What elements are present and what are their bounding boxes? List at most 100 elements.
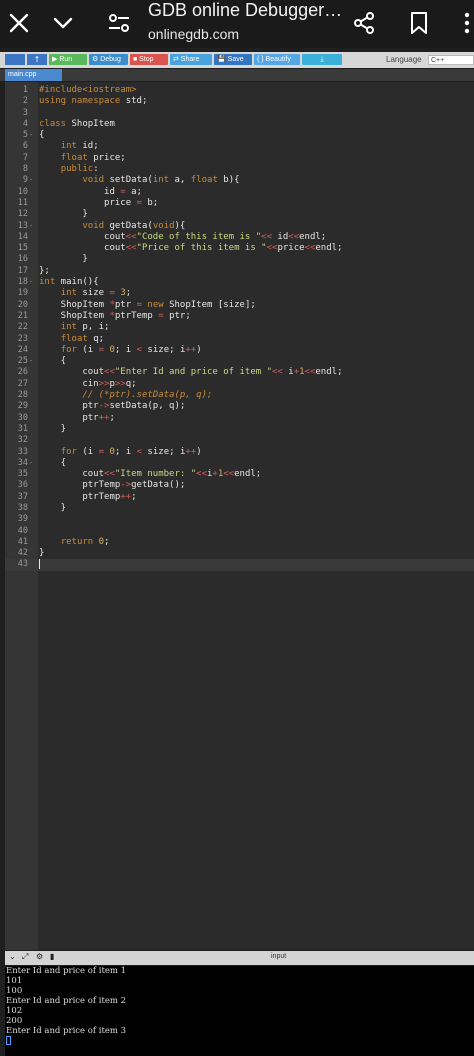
more-options-icon[interactable] [450,6,474,40]
line-number: 10 [17,186,28,197]
code-text: cout<<"Price of this item is "<<price<<e… [39,243,343,254]
fold-toggle-icon[interactable]: - [29,175,33,186]
collapse-icon[interactable]: ⌄ [9,952,16,961]
fold-toggle-icon[interactable]: - [29,356,33,367]
code-line[interactable]: 37 ptrTemp++; [5,492,474,503]
site-settings-icon[interactable] [102,6,136,40]
code-line[interactable]: 2 using namespace std; [5,96,474,107]
stop-button[interactable]: ■ Stop [130,54,168,65]
code-line[interactable]: 40 [5,526,474,537]
code-line[interactable]: 16 } [5,254,474,265]
code-line[interactable]: 36 ptrTemp->getData(); [5,480,474,491]
line-number: 40 [17,525,28,536]
code-line[interactable]: 4 class ShopItem [5,119,474,130]
code-line[interactable]: 24 for (i = 0; i < size; i++) [5,345,474,356]
code-editor[interactable]: 1 #include<iostream> 2 using namespace std;… [5,82,474,950]
code-text: ShopItem *ptrTemp = ptr; [39,310,191,321]
code-line[interactable]: 19 int size = 3; [5,288,474,299]
code-line[interactable]: 32 [5,435,474,446]
code-line[interactable]: 25- { [5,356,474,367]
line-number: 24 [17,344,28,355]
code-line[interactable]: 17}; [5,266,474,277]
code-line[interactable]: 34- { [5,458,474,469]
console-output[interactable]: Enter Id and price of item 1 101 100 Enter … [5,966,474,1056]
code-text: int id; [60,141,99,152]
fold-toggle-icon[interactable]: - [29,277,33,288]
code-line[interactable]: 23 float q; [5,334,474,345]
line-number: 23 [17,333,28,344]
code-text: cin>>p>>q; [39,378,137,389]
fold-toggle-icon[interactable]: - [29,458,33,469]
share-icon[interactable] [347,6,381,40]
code-line[interactable]: 42} [5,548,474,559]
upload-icon[interactable]: ↑ [27,54,47,65]
code-line[interactable]: 3 [5,108,474,119]
code-line[interactable]: 12 } [5,209,474,220]
code-line[interactable]: 41 return 0; [5,537,474,548]
code-text: } [39,209,88,220]
code-line[interactable]: 31 } [5,424,474,435]
code-line[interactable]: 15 cout<<"Price of this item is "<<price… [5,243,474,254]
code-line[interactable]: 13- void getData(void){ [5,221,474,232]
line-number: 28 [17,390,28,401]
code-area[interactable]: 1 #include<iostream> 2 using namespace std;… [5,85,474,571]
code-line[interactable]: 33 for (i = 0; i < size; i++) [5,447,474,458]
line-number: 34 [17,457,28,468]
line-number: 13 [17,220,28,231]
console-line: 100 [6,986,23,996]
input-tab[interactable]: input [271,953,286,960]
close-icon[interactable] [2,6,36,40]
download-button[interactable]: ⤓ [302,54,342,65]
language-select[interactable]: C++ [428,55,474,65]
bookmark-icon[interactable] [402,6,436,40]
code-line[interactable]: 5-{ [5,130,474,141]
clear-icon[interactable]: ▮ [50,952,54,961]
code-line[interactable]: 43 [5,559,474,571]
code-line[interactable]: 28 // (*ptr).setData(p, q); [5,390,474,401]
code-line[interactable]: 7 float price; [5,153,474,164]
code-line[interactable]: 1 #include<iostream> [5,85,474,96]
code-text: class ShopItem [39,118,115,129]
fold-toggle-icon[interactable]: - [29,130,33,141]
gear-icon[interactable]: ⚙ [36,952,43,961]
code-line[interactable]: 22 int p, i; [5,322,474,333]
code-line[interactable]: 30 ptr++; [5,413,474,424]
code-line[interactable]: 11 price = b; [5,198,474,209]
code-line[interactable]: 27 cin>>p>>q; [5,379,474,390]
expand-icon[interactable]: ⤢ [22,952,28,962]
code-line[interactable]: 8 public: [5,164,474,175]
beautify-button[interactable]: { } Beautify [254,54,300,65]
new-file-icon[interactable] [5,54,25,65]
code-line[interactable]: 18- int main(){ [5,277,474,288]
code-line[interactable]: 20 ShopItem *ptr = new ShopItem [size]; [5,300,474,311]
tab-main-cpp[interactable]: main.cpp [5,69,62,81]
code-line[interactable]: 38 } [5,503,474,514]
code-text: } [39,548,45,559]
code-text: void setData(int a, float b){ [82,175,240,186]
code-line[interactable]: 14 cout<<"Code of this item is "<< id<<e… [5,232,474,243]
language-label: Language [386,55,422,64]
code-line[interactable]: 39 [5,514,474,525]
code-line[interactable]: 9- void setData(int a, float b){ [5,175,474,186]
line-number: 16 [17,254,28,265]
page-url[interactable]: onlinegdb.com [148,26,239,42]
editor-toolbar: ↑ ▶ Run ⚙ Debug ■ Stop ⇄ Share 💾 Save { … [0,52,474,68]
code-line[interactable]: 29 ptr->setData(p, q); [5,401,474,412]
fold-toggle-icon[interactable]: - [29,221,33,232]
debug-button[interactable]: ⚙ Debug [89,54,128,65]
console-input-line[interactable] [5,1036,474,1046]
code-line[interactable]: 10 id = a; [5,187,474,198]
console-line: Enter Id and price of item 2 [6,996,127,1006]
share-button[interactable]: ⇄ Share [170,54,212,65]
run-button[interactable]: ▶ Run [49,54,87,65]
line-number: 29 [17,401,28,412]
line-number: 8 [22,164,28,175]
line-number: 4 [22,118,28,129]
save-button[interactable]: 💾 Save [214,54,252,65]
line-number: 36 [17,480,28,491]
code-line[interactable]: 21 ShopItem *ptrTemp = ptr; [5,311,474,322]
code-line[interactable]: 35 cout<<"Item number: "<<i+1<<endl; [5,469,474,480]
code-line[interactable]: 26 cout<<"Enter Id and price of item "<<… [5,367,474,378]
chevron-down-icon[interactable] [46,6,80,40]
code-line[interactable]: 6 int id; [5,141,474,152]
